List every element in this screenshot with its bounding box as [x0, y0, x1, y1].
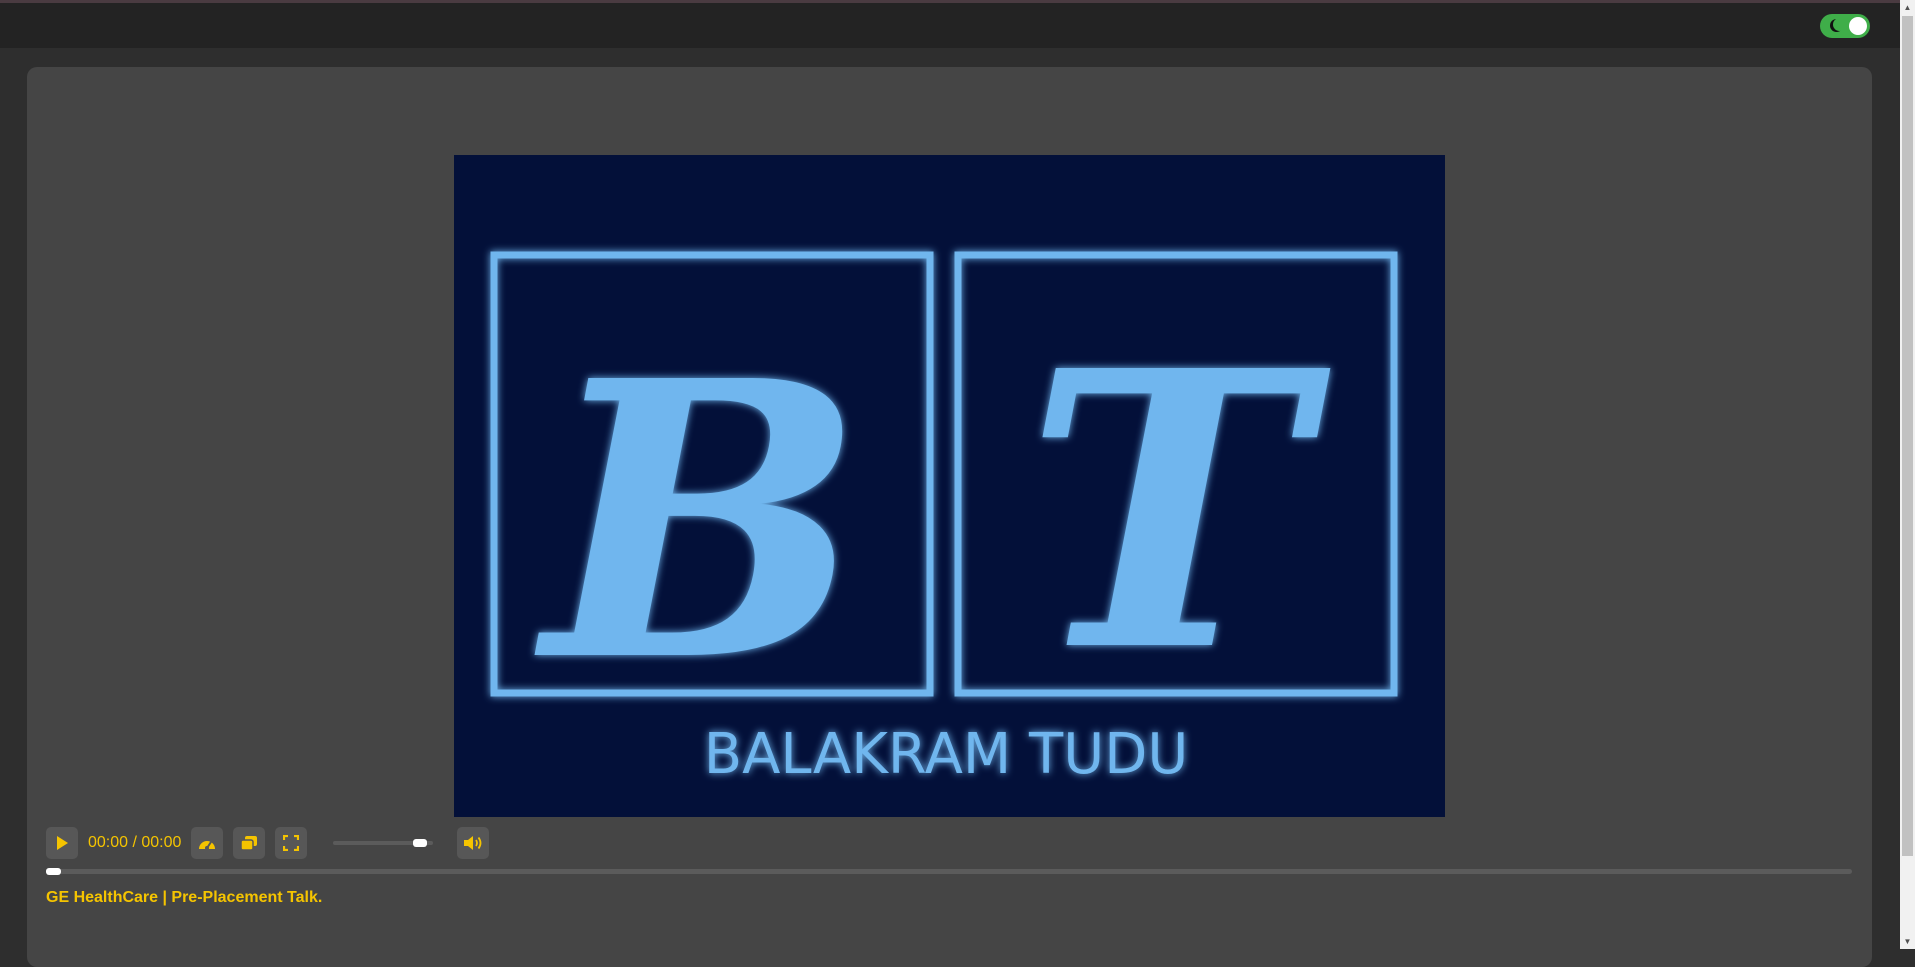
volume-thumb[interactable]	[412, 839, 427, 847]
volume-slider[interactable]	[333, 839, 434, 847]
moon-icon	[1833, 18, 1846, 31]
scroll-up-arrow[interactable]: ▲	[1900, 0, 1915, 15]
playback-speed-button[interactable]	[191, 827, 224, 859]
picture-in-picture-button[interactable]	[233, 827, 266, 859]
play-icon	[57, 836, 68, 850]
logo-letter-b: B	[532, 298, 865, 745]
top-bar	[0, 0, 1900, 48]
toggle-knob	[1849, 17, 1867, 35]
scroll-thumb[interactable]	[1902, 16, 1913, 856]
speedometer-icon	[199, 841, 216, 850]
progress-bar[interactable]	[46, 868, 1852, 875]
theme-toggle[interactable]	[1820, 14, 1870, 38]
logo-graphic: B T BALAKRAM TUDU	[454, 155, 1445, 817]
volume-up-icon	[464, 836, 482, 850]
fullscreen-icon	[283, 835, 300, 851]
video-title: GE HealthCare | Pre-Placement Talk.	[46, 889, 323, 906]
progress-thumb[interactable]	[46, 868, 61, 875]
fullscreen-button[interactable]	[275, 827, 308, 859]
player-controls: 00:00 / 00:00	[46, 826, 490, 860]
scroll-down-arrow[interactable]: ▼	[1900, 934, 1915, 949]
video-poster[interactable]: B T BALAKRAM TUDU	[454, 155, 1445, 817]
picture-in-picture-icon	[240, 836, 258, 851]
play-button[interactable]	[46, 827, 78, 859]
volume-button[interactable]	[457, 827, 490, 859]
logo-letter-t: T	[1025, 288, 1334, 735]
page-scrollbar[interactable]: ▲ ▼	[1900, 0, 1915, 949]
logo-name: BALAKRAM TUDU	[704, 722, 1189, 787]
time-display: 00:00 / 00:00	[88, 834, 182, 851]
